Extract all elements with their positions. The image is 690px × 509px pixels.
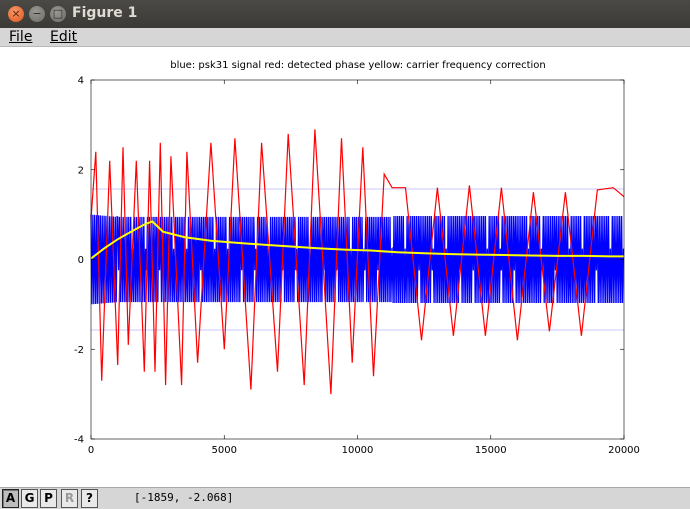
- y-tick-label-1: -2: [74, 345, 84, 356]
- y-tick-label-2: 0: [78, 255, 84, 266]
- window-title: Figure 1: [72, 5, 138, 21]
- help-button[interactable]: ?: [81, 489, 98, 508]
- minimize-window-button[interactable]: −: [29, 6, 45, 22]
- menu-edit[interactable]: Edit: [50, 28, 77, 46]
- y-tick-label-4: 4: [78, 76, 84, 87]
- plot-title: blue: psk31 signal red: detected phase y…: [170, 60, 546, 71]
- y-tick-label-0: -4: [74, 435, 84, 446]
- coordinate-readout: [-1859, -2.068]: [134, 491, 234, 504]
- pan-button[interactable]: P: [40, 489, 57, 508]
- grid-toggle-button[interactable]: G: [21, 489, 38, 508]
- title-bar: × − □ Figure 1: [0, 0, 690, 28]
- menu-file-label: File: [9, 29, 33, 45]
- y-tick-label-3: 2: [78, 165, 84, 176]
- menu-file[interactable]: File: [9, 28, 32, 46]
- status-bar: A G P R ? [-1859, -2.068]: [0, 487, 690, 509]
- figure-canvas[interactable]: blue: psk31 signal red: detected phase y…: [0, 47, 690, 487]
- x-tick-label-4: 20000: [608, 445, 640, 456]
- x-tick-label-0: 0: [88, 445, 94, 456]
- menu-bar: File Edit: [0, 28, 690, 47]
- autoscale-button[interactable]: A: [2, 489, 19, 508]
- menu-edit-label: Edit: [50, 29, 78, 45]
- x-tick-label-2: 10000: [342, 445, 374, 456]
- rotate-button[interactable]: R: [61, 489, 78, 508]
- x-tick-label-3: 15000: [475, 445, 507, 456]
- close-window-button[interactable]: ×: [8, 6, 24, 22]
- maximize-window-button[interactable]: □: [50, 6, 66, 22]
- x-tick-label-1: 5000: [212, 445, 237, 456]
- plot-svg: blue: psk31 signal red: detected phase y…: [74, 60, 640, 456]
